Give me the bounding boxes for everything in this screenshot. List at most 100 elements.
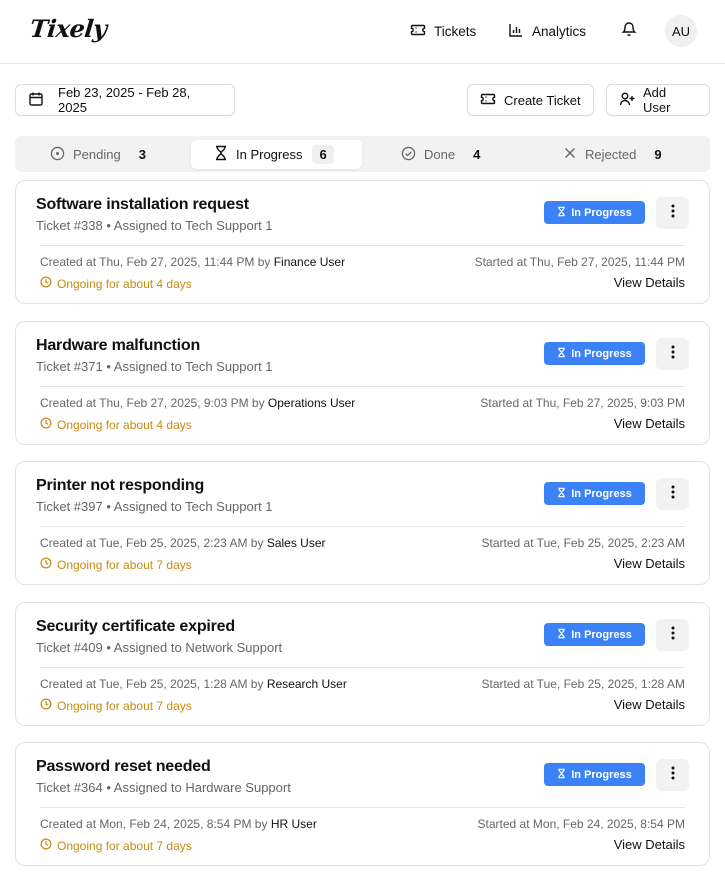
hourglass-icon	[557, 768, 566, 782]
tab-label: In Progress	[236, 147, 303, 162]
user-avatar[interactable]: AU	[665, 15, 697, 47]
status-label: In Progress	[571, 487, 632, 500]
more-options-button[interactable]	[656, 759, 689, 791]
app-logo[interactable]: Tixely	[28, 14, 108, 43]
created-info: Created at Thu, Feb 27, 2025, 11:44 PM b…	[40, 255, 345, 269]
tab-label: Done	[424, 147, 456, 162]
ticket-card: Password reset needed Ticket #364 • Assi…	[15, 742, 710, 866]
created-info: Created at Tue, Feb 25, 2025, 1:28 AM by…	[40, 677, 347, 691]
tab-in-progress[interactable]: In Progress 6	[191, 140, 362, 169]
created-by-user: Sales User	[266, 536, 326, 550]
nav-tickets[interactable]: Tickets	[410, 20, 476, 42]
more-vertical-icon	[671, 345, 675, 364]
started-info: Started at Mon, Feb 24, 2025, 8:54 PM	[477, 817, 685, 831]
nav-analytics-label: Analytics	[532, 23, 587, 39]
bell-icon	[621, 20, 637, 42]
ongoing-text: Ongoing for about 7 days	[57, 838, 192, 853]
ticket-subtitle: Ticket #409 • Assigned to Network Suppor…	[36, 640, 283, 655]
clock-icon	[40, 838, 52, 853]
view-details-link[interactable]: View Details	[614, 556, 685, 571]
created-by-user: HR User	[270, 817, 317, 831]
view-details-link[interactable]: View Details	[614, 275, 685, 290]
add-user-button[interactable]: Add User	[606, 84, 710, 116]
status-label: In Progress	[571, 206, 632, 219]
tab-done[interactable]: Done 4	[401, 140, 480, 169]
card-divider	[40, 526, 685, 527]
x-icon	[563, 146, 577, 163]
ongoing-duration: Ongoing for about 4 days	[40, 417, 192, 432]
create-ticket-label: Create Ticket	[504, 92, 581, 108]
ticket-subtitle: Ticket #397 • Assigned to Tech Support 1	[36, 499, 273, 514]
created-info: Created at Thu, Feb 27, 2025, 9:03 PM by…	[40, 396, 355, 410]
nav-analytics[interactable]: Analytics	[508, 20, 586, 42]
ticket-icon	[480, 92, 496, 109]
view-details-link[interactable]: View Details	[614, 697, 685, 712]
more-vertical-icon	[671, 204, 675, 223]
status-label: In Progress	[571, 347, 632, 360]
ongoing-duration: Ongoing for about 7 days	[40, 838, 192, 853]
clock-icon	[50, 146, 65, 164]
created-text: Created at Thu, Feb 27, 2025, 11:44 PM b…	[40, 255, 274, 269]
calendar-icon	[28, 91, 44, 110]
status-label: In Progress	[571, 628, 632, 641]
status-label: In Progress	[571, 768, 632, 781]
more-options-button[interactable]	[656, 478, 689, 510]
ongoing-duration: Ongoing for about 4 days	[40, 276, 192, 291]
card-divider	[40, 245, 685, 246]
started-info: Started at Thu, Feb 27, 2025, 9:03 PM	[480, 396, 685, 410]
tab-count: 3	[138, 147, 146, 162]
ticket-title: Printer not responding	[36, 477, 205, 494]
created-text: Created at Tue, Feb 25, 2025, 2:23 AM by	[40, 536, 267, 550]
ticket-title: Software installation request	[36, 196, 249, 213]
status-tabs: Pending 3 In Progress 6 Done 4 Rejected …	[15, 136, 710, 172]
created-text: Created at Thu, Feb 27, 2025, 9:03 PM by	[40, 396, 268, 410]
card-divider	[40, 807, 685, 808]
notifications-button[interactable]	[619, 20, 639, 42]
started-info: Started at Thu, Feb 27, 2025, 11:44 PM	[474, 255, 685, 269]
create-ticket-button[interactable]: Create Ticket	[467, 84, 594, 116]
add-user-label: Add User	[643, 85, 671, 115]
date-range-picker[interactable]: Feb 23, 2025 - Feb 28, 2025	[15, 84, 235, 116]
ongoing-duration: Ongoing for about 7 days	[40, 557, 192, 572]
view-details-link[interactable]: View Details	[614, 837, 685, 852]
status-badge: In Progress	[544, 482, 645, 505]
tab-count: 9	[654, 147, 662, 162]
ongoing-text: Ongoing for about 4 days	[57, 276, 192, 291]
ongoing-text: Ongoing for about 7 days	[57, 698, 192, 713]
ticket-subtitle: Ticket #364 • Assigned to Hardware Suppo…	[36, 780, 291, 795]
created-info: Created at Mon, Feb 24, 2025, 8:54 PM by…	[40, 817, 317, 831]
ticket-icon	[410, 23, 426, 40]
clock-icon	[40, 557, 52, 572]
ticket-card: Security certificate expired Ticket #409…	[15, 602, 710, 726]
card-divider	[40, 386, 685, 387]
tab-rejected[interactable]: Rejected 9	[563, 140, 662, 169]
created-text: Created at Tue, Feb 25, 2025, 1:28 AM by	[40, 677, 267, 691]
more-options-button[interactable]	[656, 619, 689, 651]
tab-pending[interactable]: Pending 3	[50, 140, 146, 169]
ongoing-duration: Ongoing for about 7 days	[40, 698, 192, 713]
more-options-button[interactable]	[656, 197, 689, 229]
more-options-button[interactable]	[656, 338, 689, 370]
started-info: Started at Tue, Feb 25, 2025, 1:28 AM	[481, 677, 685, 691]
check-circle-icon	[401, 146, 416, 164]
hourglass-icon	[214, 145, 228, 164]
ticket-subtitle: Ticket #338 • Assigned to Tech Support 1	[36, 218, 273, 233]
date-range-label: Feb 23, 2025 - Feb 28, 2025	[58, 85, 191, 115]
status-badge: In Progress	[544, 763, 645, 786]
more-vertical-icon	[671, 485, 675, 504]
ticket-subtitle: Ticket #371 • Assigned to Tech Support 1	[36, 359, 273, 374]
ongoing-text: Ongoing for about 4 days	[57, 417, 192, 432]
card-divider	[40, 667, 685, 668]
tab-label: Rejected	[585, 147, 637, 162]
created-by-user: Operations User	[267, 396, 356, 410]
ticket-title: Hardware malfunction	[36, 337, 201, 354]
more-vertical-icon	[671, 766, 675, 785]
clock-icon	[40, 417, 52, 432]
created-text: Created at Mon, Feb 24, 2025, 8:54 PM by	[40, 817, 271, 831]
status-badge: In Progress	[544, 201, 645, 224]
started-info: Started at Tue, Feb 25, 2025, 2:23 AM	[481, 536, 685, 550]
tab-count: 6	[312, 145, 334, 164]
clock-icon	[40, 698, 52, 713]
view-details-link[interactable]: View Details	[614, 416, 685, 431]
ongoing-text: Ongoing for about 7 days	[57, 557, 192, 572]
